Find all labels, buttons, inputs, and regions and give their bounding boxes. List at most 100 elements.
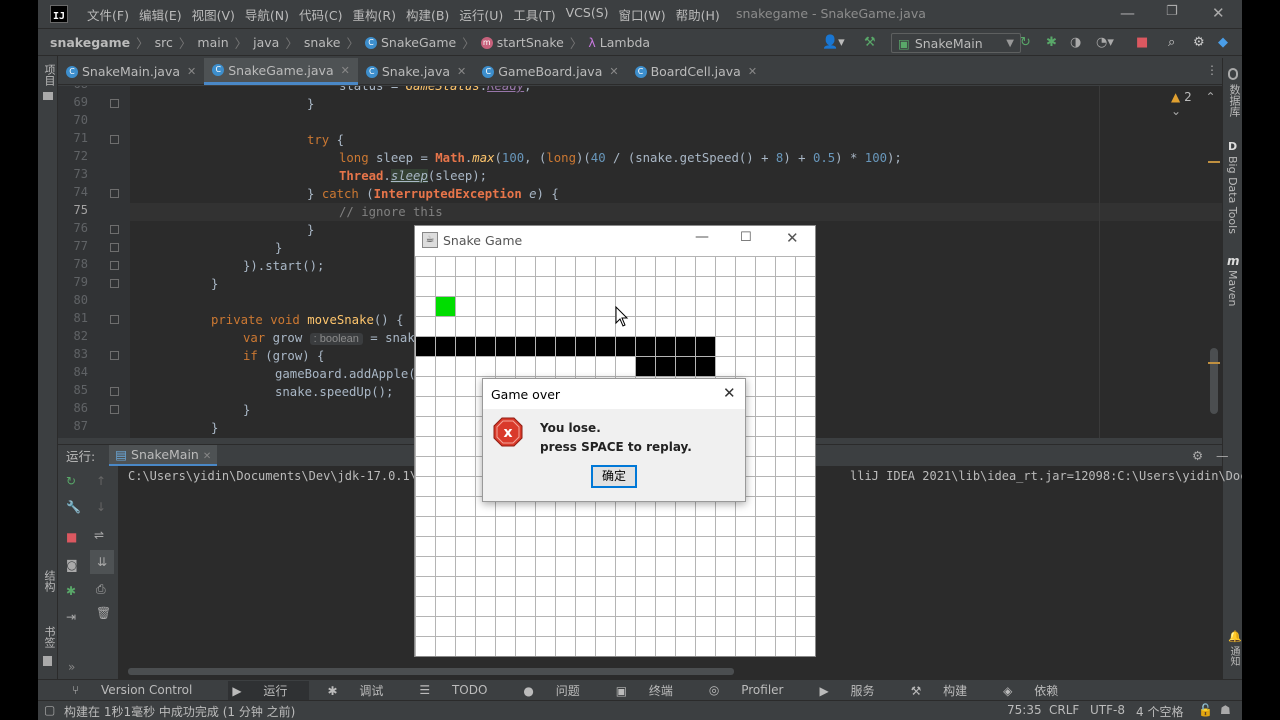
tool-services[interactable]: ▶ 服务 [819, 682, 892, 699]
close-tab-icon[interactable]: ✕ [341, 64, 350, 77]
menu-navigate[interactable]: 导航(N) [240, 5, 294, 24]
breadcrumb-method[interactable]: startSnake [497, 35, 564, 50]
coverage-icon[interactable]: ◑ [1070, 35, 1081, 50]
lock-icon[interactable]: 🔓 [1198, 703, 1213, 717]
scroll-to-end-icon[interactable]: ⇊ [90, 550, 114, 574]
breadcrumb-main[interactable]: main [197, 35, 228, 50]
toolbox-icon[interactable]: ◆ [1218, 35, 1228, 50]
fold-marker-icon[interactable] [110, 387, 119, 396]
menu-build[interactable]: 构建(B) [401, 5, 454, 24]
tool-build[interactable]: ⚒ 构建 [911, 682, 986, 699]
camera-icon[interactable]: ◙ [66, 558, 78, 572]
down-arrow-icon[interactable]: ↓ [96, 500, 106, 514]
fold-marker-icon[interactable] [110, 405, 119, 414]
editor-scrollbar[interactable] [1210, 348, 1218, 414]
ok-button[interactable]: 确定 [591, 465, 637, 488]
tool-project[interactable]: 项目 [41, 64, 57, 86]
fold-marker-icon[interactable] [110, 279, 119, 288]
rerun-icon[interactable]: ↻ [1020, 35, 1031, 50]
menu-vcs[interactable]: VCS(S) [561, 5, 614, 24]
tool-notifications[interactable]: 通知 [1226, 646, 1241, 666]
maximize-icon[interactable]: ☐ [740, 230, 752, 245]
breadcrumb-lambda[interactable]: Lambda [600, 35, 650, 50]
more-icon[interactable]: » [68, 660, 75, 674]
exit-icon[interactable]: ⇥ [66, 610, 76, 624]
stop-icon[interactable]: ■ [66, 530, 77, 544]
close-tab-icon[interactable]: ✕ [609, 65, 618, 78]
menu-help[interactable]: 帮助(H) [671, 5, 725, 24]
close-tab-icon[interactable]: ✕ [748, 65, 757, 78]
console-hscrollbar[interactable] [128, 668, 734, 675]
close-icon[interactable]: ✕ [1212, 4, 1225, 22]
more-tabs-icon[interactable]: ⋮ [1206, 63, 1218, 77]
hide-panel-icon[interactable]: — [1216, 448, 1229, 463]
inspector-icon[interactable]: ☗ [1220, 703, 1231, 717]
tab-boardcell[interactable]: C BoardCell.java ✕ [627, 58, 765, 85]
run-tab-snakemain[interactable]: ▤ SnakeMain ✕ [109, 445, 218, 466]
breadcrumb-snake[interactable]: snake [304, 35, 341, 50]
fold-marker-icon[interactable] [110, 135, 119, 144]
menu-run[interactable]: 运行(U) [454, 5, 508, 24]
fold-marker-icon[interactable] [110, 99, 119, 108]
menu-view[interactable]: 视图(V) [187, 5, 240, 24]
profile-icon[interactable]: ◔▾ [1096, 35, 1114, 50]
wrench-icon[interactable]: 🔧 [66, 500, 81, 514]
rerun-icon[interactable]: ↻ [66, 474, 76, 488]
close-tab-icon[interactable]: ✕ [203, 451, 211, 462]
menu-file[interactable]: 文件(F) [82, 5, 134, 24]
minimize-icon[interactable]: — [695, 229, 709, 245]
fold-marker-icon[interactable] [110, 351, 119, 360]
breadcrumb-class[interactable]: SnakeGame [381, 35, 456, 50]
breadcrumb-java[interactable]: java [253, 35, 279, 50]
user-icon[interactable]: 👤▾ [822, 35, 845, 50]
tool-todo[interactable]: ☰ TODO [419, 683, 505, 697]
status-message[interactable]: 构建在 1秒1毫秒 中成功完成 (1 分钟 之前) [64, 703, 295, 720]
tab-snakemain[interactable]: C SnakeMain.java ✕ [58, 58, 204, 85]
menu-tools[interactable]: 工具(T) [508, 5, 560, 24]
tool-terminal[interactable]: ▣ 终端 [616, 682, 691, 699]
tab-snakegame[interactable]: C SnakeGame.java ✕ [204, 58, 358, 85]
tool-run[interactable]: ▶ 运行 [228, 680, 310, 700]
tool-bookmarks[interactable]: 书签 [41, 626, 57, 648]
file-encoding[interactable]: UTF-8 [1090, 703, 1125, 717]
up-arrow-icon[interactable]: ↑ [96, 474, 106, 488]
search-icon[interactable]: ⌕ [1168, 35, 1175, 50]
caret-position[interactable]: 75:35 [1007, 703, 1042, 717]
fold-marker-icon[interactable] [110, 315, 119, 324]
debug-bug-icon[interactable]: ✱ [66, 584, 76, 598]
line-separator[interactable]: CRLF [1049, 703, 1079, 717]
breadcrumb-project[interactable]: snakegame [50, 35, 130, 50]
fold-marker-icon[interactable] [110, 261, 119, 270]
notifications-icon[interactable]: 🔔 [1228, 630, 1242, 643]
fold-marker-icon[interactable] [110, 243, 119, 252]
tool-version-control[interactable]: ⑂ Version Control [72, 683, 210, 697]
tool-big-data[interactable]: Big Data Tools [1226, 156, 1239, 234]
fold-marker-icon[interactable] [110, 189, 119, 198]
tool-database[interactable]: 数据库 [1226, 84, 1242, 117]
minimize-icon[interactable]: — [1120, 4, 1135, 22]
tool-debug[interactable]: ✱ 调试 [327, 682, 401, 699]
panel-toggle-icon[interactable]: ▢ [44, 703, 55, 717]
close-tab-icon[interactable]: ✕ [457, 65, 466, 78]
build-hammer-icon[interactable]: ⚒ [864, 35, 876, 50]
close-icon[interactable]: ✕ [786, 229, 799, 247]
settings-gear-icon[interactable]: ⚙ [1192, 448, 1203, 463]
indent-setting[interactable]: 4 个空格 [1136, 703, 1183, 720]
tool-profiler[interactable]: ◎ Profiler [709, 683, 802, 697]
menu-edit[interactable]: 编辑(E) [134, 5, 187, 24]
warning-stripe[interactable] [1208, 161, 1220, 163]
trash-icon[interactable]: 🗑 [96, 606, 111, 620]
close-tab-icon[interactable]: ✕ [187, 65, 196, 78]
run-config-select[interactable]: ▣ SnakeMain ▼ [891, 33, 1021, 53]
soft-wrap-icon[interactable]: ⇌ [94, 528, 104, 542]
stop-icon[interactable]: ■ [1136, 35, 1148, 50]
debug-icon[interactable]: ✱ [1046, 35, 1057, 50]
restore-icon[interactable]: ❐ [1166, 4, 1178, 19]
tab-snake[interactable]: C Snake.java ✕ [358, 58, 474, 85]
breadcrumb-src[interactable]: src [155, 35, 173, 50]
close-icon[interactable]: ✕ [723, 384, 736, 402]
print-icon[interactable]: ⎙ [96, 582, 106, 597]
fold-marker-icon[interactable] [110, 225, 119, 234]
warning-stripe[interactable] [1208, 362, 1220, 364]
menu-refactor[interactable]: 重构(R) [348, 5, 401, 24]
